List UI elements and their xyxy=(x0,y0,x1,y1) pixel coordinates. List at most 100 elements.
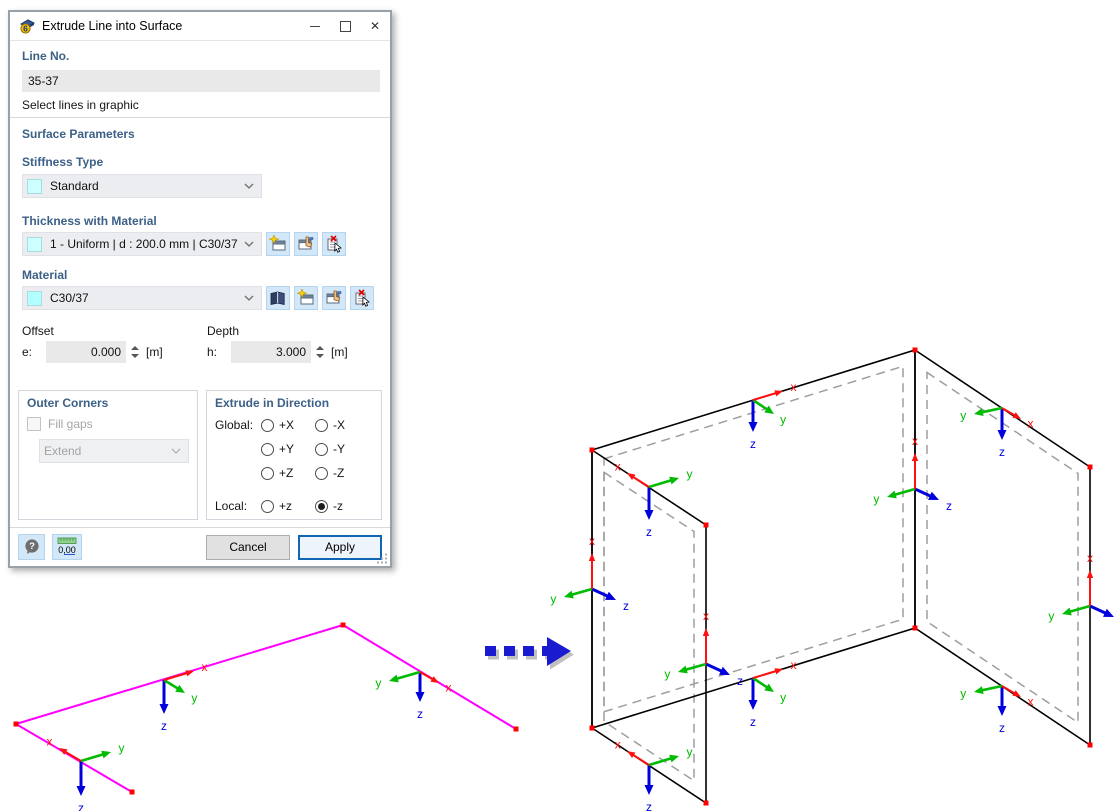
material-select[interactable]: C30/37 xyxy=(22,286,262,310)
new-icon xyxy=(297,289,315,307)
fill-gaps-checkbox[interactable] xyxy=(27,417,41,431)
svg-text:0,00: 0,00 xyxy=(58,545,76,555)
svg-text:x: x xyxy=(1028,695,1034,709)
radio-global-plus-x[interactable]: +X xyxy=(261,418,315,432)
thickness-value: 1 - Uniform | d : 200.0 mm | C30/37 xyxy=(50,237,244,251)
svg-text:y: y xyxy=(873,492,879,506)
radio-global-plus-y[interactable]: +Y xyxy=(261,442,315,456)
close-button[interactable]: ✕ xyxy=(360,13,390,40)
svg-text:z: z xyxy=(750,437,756,451)
stiffness-type-select[interactable]: Standard xyxy=(22,174,262,198)
svg-text:y: y xyxy=(960,686,966,700)
radio-icon[interactable] xyxy=(261,419,274,432)
material-swatch xyxy=(27,291,42,306)
line-no-hint: Select lines in graphic xyxy=(22,98,380,112)
svg-text:y: y xyxy=(664,667,670,681)
minimize-button[interactable] xyxy=(300,13,330,40)
svg-text:z: z xyxy=(999,445,1005,459)
svg-text:y: y xyxy=(1048,609,1054,623)
depth-label: Depth xyxy=(207,323,239,338)
svg-text:z: z xyxy=(646,800,652,811)
local-label: Local: xyxy=(215,499,261,513)
spin-up-icon[interactable] xyxy=(316,346,324,350)
fill-gaps-checkbox-row[interactable]: Fill gaps xyxy=(27,417,189,431)
material-delete-button[interactable] xyxy=(350,286,374,310)
dialog-titlebar[interactable]: 6 Extrude Line into Surface ✕ xyxy=(10,12,390,40)
chevron-down-icon xyxy=(171,448,181,454)
spin-up-icon[interactable] xyxy=(131,346,139,350)
help-icon: ? xyxy=(23,538,41,556)
depth-unit: [m] xyxy=(331,345,348,359)
fill-gaps-label: Fill gaps xyxy=(48,417,93,431)
radio-icon[interactable] xyxy=(315,500,328,513)
radio-icon[interactable] xyxy=(261,443,274,456)
svg-text:x: x xyxy=(47,735,53,749)
thickness-edit-button[interactable] xyxy=(294,232,318,256)
radio-global-plus-z[interactable]: +Z xyxy=(261,466,315,480)
depth-input[interactable]: 3.000 xyxy=(231,341,311,363)
extrude-direction-group: Extrude in Direction Global: +X -X +Y -Y… xyxy=(206,390,382,520)
chevron-down-icon xyxy=(244,295,254,301)
decimal-places-button[interactable]: 0,00 xyxy=(52,534,82,560)
thickness-swatch xyxy=(27,237,42,252)
offset-unit: [m] xyxy=(146,345,163,359)
thickness-select[interactable]: 1 - Uniform | d : 200.0 mm | C30/37 xyxy=(22,232,262,256)
svg-text:y: y xyxy=(960,408,966,422)
svg-text:z: z xyxy=(417,707,423,721)
radio-icon[interactable] xyxy=(315,419,328,432)
outer-corners-mode-select: Extend xyxy=(39,439,189,463)
svg-text:z: z xyxy=(946,499,952,513)
material-edit-button[interactable] xyxy=(322,286,346,310)
radio-icon[interactable] xyxy=(261,500,274,513)
radio-icon[interactable] xyxy=(315,467,328,480)
radio-local-plus-z[interactable]: +z xyxy=(261,499,315,513)
edit-icon xyxy=(325,289,343,307)
line-no-input[interactable]: 35-37 xyxy=(22,70,380,92)
chevron-down-icon xyxy=(244,241,254,247)
svg-text:y: y xyxy=(375,676,381,690)
radio-global-minus-y[interactable]: -Y xyxy=(315,442,369,456)
svg-text:z: z xyxy=(999,721,1005,735)
help-button[interactable]: ? xyxy=(18,534,45,560)
offset-symbol: e: xyxy=(22,345,46,359)
dialog-title: Extrude Line into Surface xyxy=(42,19,300,33)
radio-global-minus-x[interactable]: -X xyxy=(315,418,369,432)
stiffness-swatch xyxy=(27,179,42,194)
svg-text:x: x xyxy=(1028,417,1034,431)
delete-icon xyxy=(325,235,343,253)
svg-text:?: ? xyxy=(29,541,35,552)
radio-global-minus-z[interactable]: -Z xyxy=(315,466,369,480)
minimize-icon xyxy=(310,26,320,27)
svg-text:y: y xyxy=(687,467,693,481)
cancel-button[interactable]: Cancel xyxy=(206,535,290,560)
svg-text:x: x xyxy=(912,434,918,448)
radio-local-minus-z[interactable]: -z xyxy=(315,499,369,513)
offset-input[interactable]: 0.000 xyxy=(46,341,126,363)
offset-label: Offset xyxy=(22,323,207,338)
svg-text:x: x xyxy=(615,737,621,751)
thickness-delete-button[interactable] xyxy=(322,232,346,256)
global-label: Global: xyxy=(215,418,261,432)
spin-down-icon[interactable] xyxy=(131,354,139,358)
svg-text:x: x xyxy=(791,380,797,394)
maximize-button[interactable] xyxy=(330,13,360,40)
spin-down-icon[interactable] xyxy=(316,354,324,358)
app-icon: 6 xyxy=(19,18,35,34)
radio-icon[interactable] xyxy=(315,443,328,456)
svg-text:y: y xyxy=(780,690,786,704)
extrude-line-dialog: 6 Extrude Line into Surface ✕ Line No. 3… xyxy=(8,10,392,568)
material-library-button[interactable] xyxy=(266,286,290,310)
radio-icon[interactable] xyxy=(261,467,274,480)
svg-text:x: x xyxy=(791,658,797,672)
apply-button[interactable]: Apply xyxy=(298,535,382,560)
outer-corners-mode-value: Extend xyxy=(44,444,171,458)
svg-text:y: y xyxy=(780,412,786,426)
decimal-places-icon: 0,00 xyxy=(56,537,78,557)
resize-grip[interactable] xyxy=(377,553,388,564)
maximize-icon xyxy=(340,21,351,32)
thickness-new-button[interactable] xyxy=(266,232,290,256)
thickness-label: Thickness with Material xyxy=(22,213,382,228)
offset-spinner[interactable] xyxy=(131,346,139,358)
depth-spinner[interactable] xyxy=(316,346,324,358)
material-new-button[interactable] xyxy=(294,286,318,310)
